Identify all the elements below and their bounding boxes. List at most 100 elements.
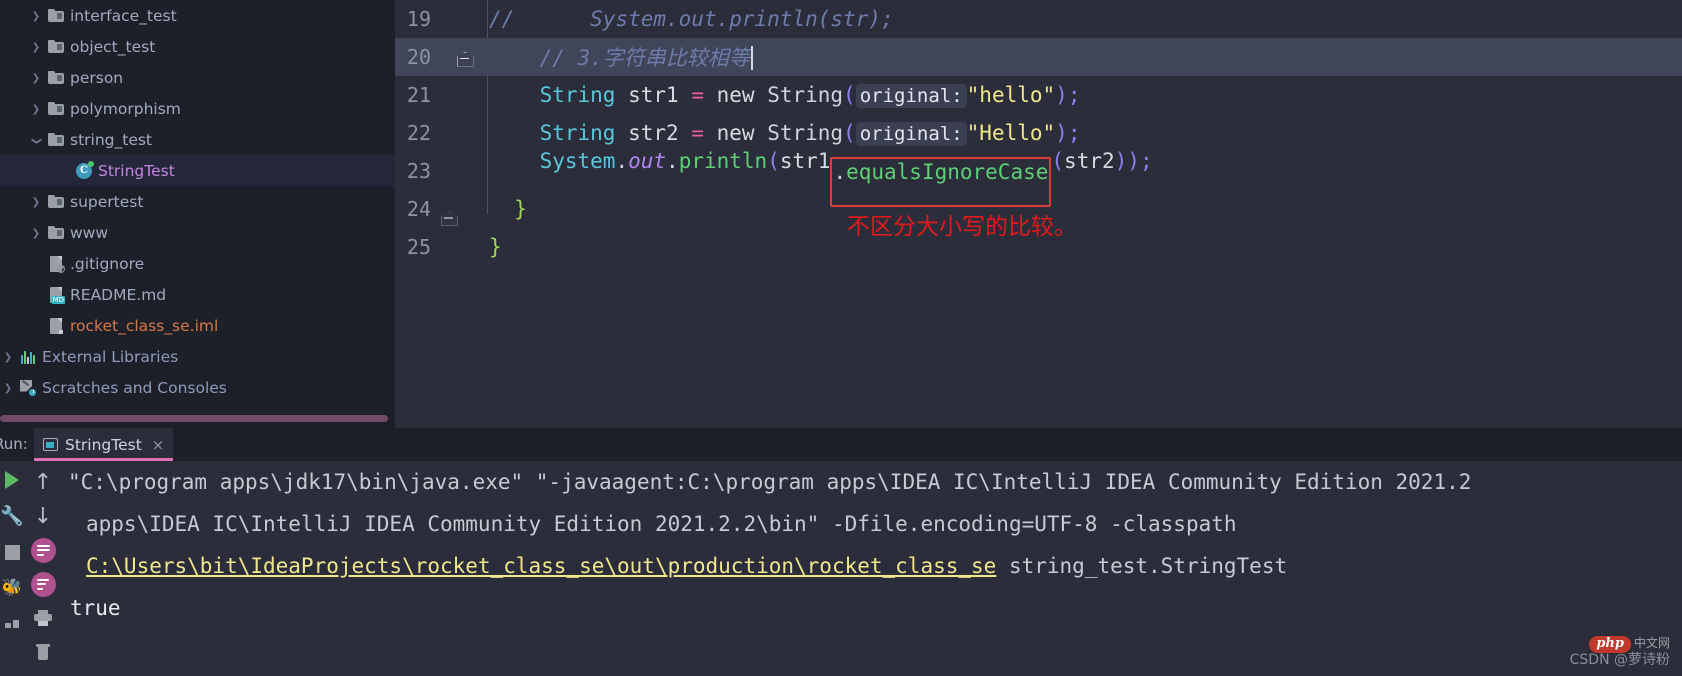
tree-item-label: person xyxy=(70,68,124,87)
code-content: // 3.字符串比较相等 xyxy=(487,42,753,72)
closing-brace: } xyxy=(514,197,527,221)
run-tab-stringtest[interactable]: StringTest × xyxy=(34,428,174,461)
tree-item-string-test[interactable]: string_test xyxy=(0,124,395,155)
tree-item-polymorphism[interactable]: polymorphism xyxy=(0,93,395,124)
edit-configuration-button[interactable]: 🔧 xyxy=(0,503,25,529)
up-button[interactable] xyxy=(30,469,56,495)
tree-item-interface-test[interactable]: interface_test xyxy=(0,0,395,31)
trash-icon xyxy=(36,644,50,660)
code-content: // System.out.println(str); xyxy=(487,7,894,31)
tree-item-stringtest[interactable]: C StringTest xyxy=(0,155,395,186)
scroll-to-end-button[interactable] xyxy=(30,571,56,597)
close-icon[interactable]: × xyxy=(152,436,165,454)
csdn-watermark: CSDN @萝诗粉 xyxy=(1569,651,1670,668)
chevron-right-icon[interactable] xyxy=(28,195,44,208)
code-content: } xyxy=(487,197,527,221)
method-token: println xyxy=(678,149,768,173)
folder-icon xyxy=(44,40,68,53)
run-tool-window: Run: StringTest × 🔧 🐝 xyxy=(0,428,1682,676)
layout-button[interactable] xyxy=(0,611,25,637)
tree-item-www[interactable]: www xyxy=(0,217,395,248)
soft-wrap-icon xyxy=(30,537,56,563)
comment-text: // 3.字符串比较相等 xyxy=(539,46,750,70)
tree-item--gitignore[interactable]: .gitignore xyxy=(0,248,395,279)
tree-item-label: README.md xyxy=(70,285,167,304)
scratches-icon xyxy=(16,379,40,397)
gitignore-file-icon xyxy=(44,255,68,273)
tree-item-rocket-class-se-iml[interactable]: rocket_class_se.iml xyxy=(0,310,395,341)
tree-item-label: object_test xyxy=(70,37,156,56)
tree-item-external-libraries[interactable]: External Libraries xyxy=(0,341,395,372)
tree-item-label: External Libraries xyxy=(42,347,179,366)
code-content: String str1 = new String(original: "hello… xyxy=(539,83,1081,108)
folder-icon xyxy=(44,71,68,84)
line-number: 20 xyxy=(406,45,431,69)
chevron-down-icon[interactable] xyxy=(28,133,44,146)
folder-icon xyxy=(44,9,68,22)
constructor-token: String xyxy=(767,83,844,107)
tree-item-label: polymorphism xyxy=(70,99,181,118)
tree-item-person[interactable]: person xyxy=(0,62,395,93)
fold-marker-icon[interactable] xyxy=(457,50,472,65)
tree-item-label: supertest xyxy=(70,192,144,211)
string-literal: "Hello" xyxy=(966,121,1056,145)
idea-window: interface_test object_testperson polymorph… xyxy=(0,0,1682,676)
code-content: } xyxy=(487,235,502,259)
red-annotation-text: 不区分大小写的比较。 xyxy=(847,214,1077,240)
constructor-token: String xyxy=(767,121,844,145)
console-line: apps\IDEA IC\IntelliJ IDEA Community Edi… xyxy=(58,503,1682,545)
soft-wrap-button[interactable] xyxy=(30,537,56,563)
chevron-right-icon[interactable] xyxy=(28,71,44,84)
console-line: "C:\program apps\jdk17\bin\java.exe" "-j… xyxy=(68,470,1472,494)
code-content: System.out.println(str1 .equalsIgnoreCase… xyxy=(487,146,1153,207)
line-number: 24 xyxy=(406,197,431,221)
chevron-right-icon[interactable] xyxy=(28,9,44,22)
chevron-right-icon[interactable] xyxy=(28,226,44,239)
chevron-right-icon[interactable] xyxy=(0,381,16,394)
editor-line-20-current[interactable]: 20 // 3.字符串比较相等 xyxy=(395,38,1682,76)
tree-item-label: rocket_class_se.iml xyxy=(70,316,219,335)
line-number: 23 xyxy=(406,159,431,183)
chevron-right-icon[interactable] xyxy=(28,40,44,53)
gutter[interactable] xyxy=(441,50,487,65)
bug-icon: 🐝 xyxy=(1,578,23,598)
classpath-link[interactable]: C:\Users\bit\IdeaProjects\rocket_class_s… xyxy=(86,554,996,578)
closing-brace: } xyxy=(489,235,502,259)
tree-item-readme-md[interactable]: MD README.md xyxy=(0,279,395,310)
editor-line-23[interactable]: 23 System.out.println(str1 .equalsIgnoreC… xyxy=(395,149,1682,207)
line-number: 21 xyxy=(406,83,431,107)
folder-icon xyxy=(44,102,68,115)
tree-item-object-test[interactable]: object_test xyxy=(0,31,395,62)
rerun-button[interactable] xyxy=(0,467,25,493)
type-token: String xyxy=(539,83,616,107)
folder-icon xyxy=(44,226,68,239)
iml-file-icon xyxy=(44,317,68,334)
editor-line-21[interactable]: 21 String str1 = new String(original: "he… xyxy=(395,76,1682,114)
line-number: 22 xyxy=(406,121,431,145)
console-line-text: apps\IDEA IC\IntelliJ IDEA Community Edi… xyxy=(86,512,1237,536)
project-tree-horizontal-scrollbar[interactable] xyxy=(0,415,388,422)
project-tree-panel[interactable]: interface_test object_testperson polymorph… xyxy=(0,0,395,428)
chevron-right-icon[interactable] xyxy=(0,350,16,363)
clear-all-button[interactable] xyxy=(30,639,56,665)
coverage-button[interactable]: 🐝 xyxy=(0,575,25,601)
stop-button[interactable] xyxy=(0,539,25,565)
console-output[interactable]: "C:\program apps\jdk17\bin\java.exe" "-j… xyxy=(58,461,1682,676)
console-line: C:\Users\bit\IdeaProjects\rocket_class_s… xyxy=(58,545,1682,587)
code-editor[interactable]: 19 // System.out.println(str); 20 // 3.字… xyxy=(395,0,1682,428)
tree-item-scratches-and-consoles[interactable]: Scratches and Consoles xyxy=(0,372,395,403)
watermark: php 中文网 CSDN @萝诗粉 xyxy=(1570,636,1670,668)
line-number: 19 xyxy=(406,7,431,31)
run-toolbar-secondary[interactable] xyxy=(24,461,62,676)
variable-token: str2 xyxy=(628,121,679,145)
php-logo: php xyxy=(1589,636,1631,653)
print-button[interactable] xyxy=(30,605,56,631)
tree-item-label: www xyxy=(70,223,109,242)
editor-line-19[interactable]: 19 // System.out.println(str); xyxy=(395,0,1682,38)
stop-icon xyxy=(4,544,20,560)
console-line-output: true xyxy=(70,596,121,620)
tree-item-supertest[interactable]: supertest xyxy=(0,186,395,217)
string-literal: "hello" xyxy=(966,83,1056,107)
chevron-right-icon[interactable] xyxy=(28,102,44,115)
down-button[interactable] xyxy=(30,503,56,529)
